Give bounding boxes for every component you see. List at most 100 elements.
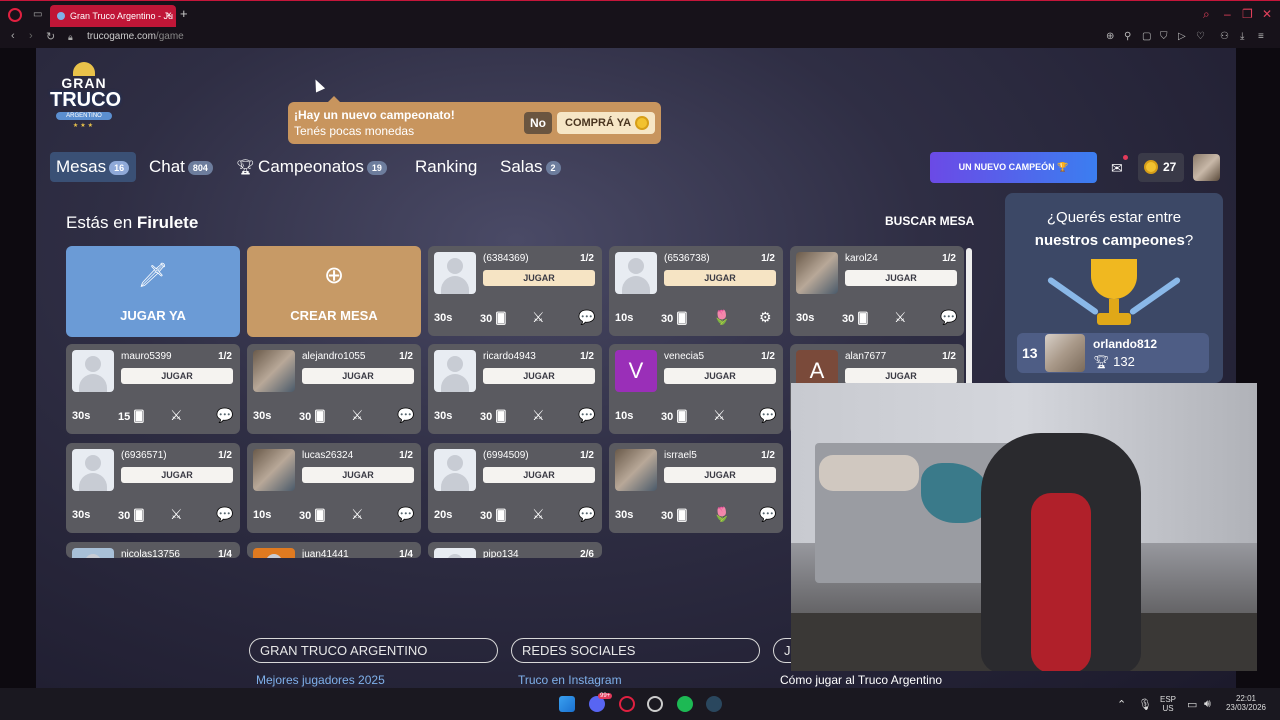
microphone-icon[interactable]: 🎙︎ xyxy=(1138,698,1152,711)
footer-section-redes[interactable]: REDES SOCIALES xyxy=(511,638,760,663)
play-now-button[interactable]: 🗡︎ JUGAR YA xyxy=(66,246,240,337)
table-card[interactable]: (6384369) 1/2 JUGAR 30s 30 🂠 ⚔ 💬 xyxy=(428,246,602,336)
join-table-button[interactable]: JUGAR xyxy=(664,368,776,384)
back-icon[interactable]: ‹ xyxy=(11,30,15,42)
maximize-icon[interactable]: ❐ xyxy=(1242,7,1253,21)
browser-tab[interactable]: Gran Truco Argentino - Ju × xyxy=(50,5,176,27)
gran-truco-logo[interactable]: GRAN TRUCO ARGENTINO ★★★ xyxy=(50,62,121,136)
table-player-count: 1/2 xyxy=(761,351,775,362)
table-time: 30s xyxy=(253,410,272,422)
table-card[interactable]: (6994509) 1/2 JUGAR 20s 30 🂠 ⚔ 💬 xyxy=(428,443,602,533)
footer-section-gran-truco[interactable]: GRAN TRUCO ARGENTINO xyxy=(249,638,498,663)
tab-close-icon[interactable]: × xyxy=(166,5,172,27)
champions-promo: ¿Querés estar entre nuestros campeones? … xyxy=(1005,193,1223,383)
player-icon[interactable]: ▷ xyxy=(1178,31,1186,42)
table-card[interactable]: (6936571) 1/2 JUGAR 30s 30 🂠 ⚔ 💬 xyxy=(66,443,240,533)
volume-icon[interactable]: 🔊︎ xyxy=(1204,698,1211,711)
chat-bubble-icon: 💬 xyxy=(216,506,234,522)
tray-overflow-icon[interactable]: ⌃ xyxy=(1117,698,1126,711)
reload-icon[interactable]: ↻ xyxy=(46,30,55,43)
network-icon[interactable]: ▭ xyxy=(1187,698,1197,711)
table-card[interactable]: (6536738) 1/2 JUGAR 10s 30 🂠 🌷 ⚙ xyxy=(609,246,783,336)
table-card[interactable]: ricardo4943 1/2 JUGAR 30s 30 🂠 ⚔ 💬 xyxy=(428,344,602,434)
table-card[interactable]: karol24 1/2 JUGAR 30s 30 🂠 ⚔ 💬 xyxy=(790,246,964,336)
heart-icon[interactable]: ♡ xyxy=(1196,31,1205,42)
pin-icon[interactable]: ⚲ xyxy=(1124,31,1131,42)
join-table-button[interactable]: JUGAR xyxy=(302,368,414,384)
table-card[interactable]: isrrael5 1/2 JUGAR 30s 30 🂠 🌷 💬 xyxy=(609,443,783,533)
chat-bubble-icon: 💬 xyxy=(578,407,596,423)
url-host: trucogame.com xyxy=(87,31,156,42)
table-player-count: 1/2 xyxy=(761,253,775,264)
footer-link-instagram[interactable]: Truco en Instagram xyxy=(518,673,622,687)
table-card[interactable]: pipo134 2/6 xyxy=(428,542,602,558)
table-player-name: (6994509) xyxy=(483,450,529,461)
join-table-button[interactable]: JUGAR xyxy=(664,270,776,286)
table-card[interactable]: mauro5399 1/2 JUGAR 30s 15 🂠 ⚔ 💬 xyxy=(66,344,240,434)
snapshot-icon[interactable]: ▢ xyxy=(1142,31,1151,42)
table-time: 20s xyxy=(434,509,453,521)
footer-link-how-to-play[interactable]: Cómo jugar al Truco Argentino xyxy=(780,673,942,687)
table-player-name: isrrael5 xyxy=(664,450,697,461)
table-card[interactable]: nicolas13756 1/4 xyxy=(66,542,240,558)
steam-icon[interactable] xyxy=(706,696,722,712)
new-champion-button[interactable]: UN NUEVO CAMPEÓN 🏆 xyxy=(930,152,1097,183)
shield-icon[interactable]: ⛉ xyxy=(1160,31,1168,42)
notice-no-button[interactable]: No xyxy=(524,112,552,134)
join-table-button[interactable]: JUGAR xyxy=(845,270,957,286)
search-table-button[interactable]: BUSCAR MESA xyxy=(885,214,974,228)
join-table-button[interactable]: JUGAR xyxy=(664,467,776,483)
opera-logo-icon[interactable] xyxy=(8,8,22,22)
footer-link-best-players[interactable]: Mejores jugadores 2025 xyxy=(256,673,385,687)
webcam-overlay xyxy=(791,383,1257,671)
join-table-button[interactable]: JUGAR xyxy=(302,467,414,483)
tab-campeonatos[interactable]: 🏆︎ Campeonatos 19 xyxy=(230,152,387,182)
account-icon[interactable]: ⚇ xyxy=(1220,31,1229,42)
mail-icon[interactable]: ✉ xyxy=(1111,160,1123,177)
table-avatar xyxy=(253,548,295,558)
spotify-icon[interactable] xyxy=(677,696,693,712)
language-indicator[interactable]: ESP US xyxy=(1158,695,1178,713)
join-table-button[interactable]: JUGAR xyxy=(483,368,595,384)
start-icon[interactable] xyxy=(559,696,575,712)
forward-icon[interactable]: › xyxy=(29,30,33,42)
join-table-button[interactable]: JUGAR xyxy=(483,467,595,483)
minimize-icon[interactable]: – xyxy=(1224,7,1231,21)
join-table-button[interactable]: JUGAR xyxy=(845,368,957,384)
coins-balance[interactable]: 27 xyxy=(1138,153,1184,182)
join-table-button[interactable]: JUGAR xyxy=(121,467,233,483)
table-card[interactable]: Vvenecia5 1/2 JUGAR 10s 30 🂠 ⚔ 💬 xyxy=(609,344,783,434)
table-card[interactable]: juan41441 1/4 xyxy=(247,542,421,558)
table-card[interactable]: alejandro1055 1/2 JUGAR 30s 30 🂠 ⚔ 💬 xyxy=(247,344,421,434)
opera-gx-icon[interactable] xyxy=(647,696,663,712)
buy-now-button[interactable]: COMPRÁ YA xyxy=(557,112,655,134)
url-field[interactable]: trucogame.com/game xyxy=(87,31,184,42)
table-time: 10s xyxy=(615,312,634,324)
clock[interactable]: 22:01 23/03/2026 xyxy=(1222,694,1270,712)
no-flor-icon: ⚔ xyxy=(170,506,183,522)
tab-ranking[interactable]: Ranking xyxy=(409,152,477,182)
menu-icon[interactable]: ≡ xyxy=(1258,31,1264,42)
workspaces-icon[interactable]: ▭ xyxy=(33,9,42,20)
no-flor-icon: ⚔ xyxy=(532,407,545,423)
opera-taskbar-icon[interactable] xyxy=(619,696,635,712)
download-icon[interactable]: ⤓ xyxy=(1240,31,1244,42)
join-table-button[interactable]: JUGAR xyxy=(121,368,233,384)
user-avatar[interactable] xyxy=(1193,154,1220,181)
settings-icon: ⚙ xyxy=(759,309,772,325)
table-time: 30s xyxy=(434,410,453,422)
close-window-icon[interactable]: ✕ xyxy=(1262,7,1272,21)
leader-entry[interactable]: 13 orlando812 🏆︎ 132 xyxy=(1017,333,1209,373)
new-tab-button[interactable]: + xyxy=(180,6,188,21)
table-points: 30 🂠 xyxy=(661,313,688,325)
table-time: 30s xyxy=(72,410,91,422)
create-table-button[interactable]: ⊕ CREAR MESA xyxy=(247,246,421,337)
search-tabs-icon[interactable]: ⌕ xyxy=(1203,7,1210,22)
tab-salas[interactable]: Salas 2 xyxy=(494,152,561,182)
zoom-icon[interactable]: ⊕ xyxy=(1106,31,1114,42)
join-table-button[interactable]: JUGAR xyxy=(483,270,595,286)
tab-mesas[interactable]: Mesas 16 xyxy=(50,152,136,182)
leader-score: 🏆︎ 132 xyxy=(1093,354,1135,370)
table-card[interactable]: lucas26324 1/2 JUGAR 10s 30 🂠 ⚔ 💬 xyxy=(247,443,421,533)
tab-chat[interactable]: Chat 804 xyxy=(143,152,213,182)
